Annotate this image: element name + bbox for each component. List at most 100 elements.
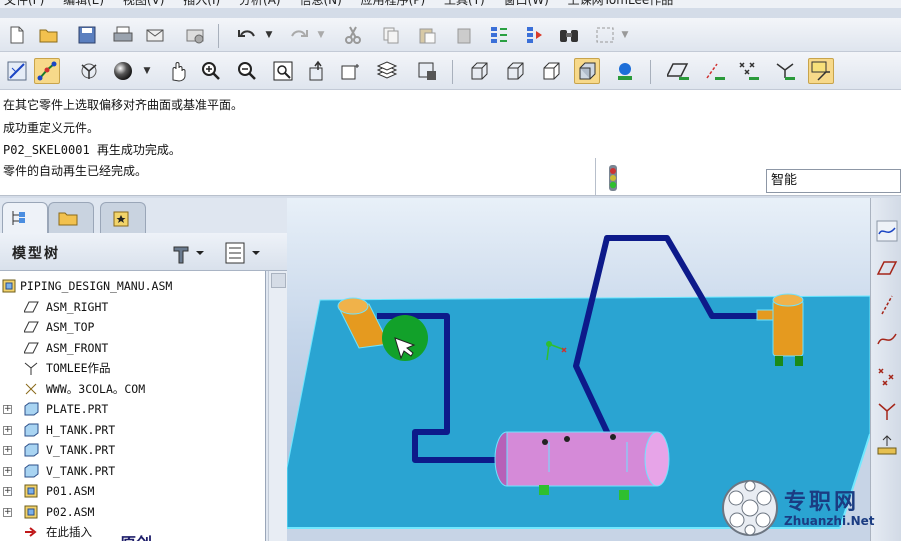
tree-item-label: V_TANK.PRT: [46, 464, 116, 478]
tree-item[interactable]: + P01.ASM: [0, 481, 265, 501]
csys-toggle-icon[interactable]: [772, 58, 798, 84]
menu-bar: 文件(F) 编辑(E) 视图(V) 插入(I) 分析(A) 信息(N) 应用程序…: [0, 0, 901, 8]
shading-dropdown-icon[interactable]: ▼: [140, 58, 154, 84]
datum-points-toggle-icon[interactable]: [736, 58, 762, 84]
expand-toggle[interactable]: +: [3, 425, 12, 435]
new-file-icon[interactable]: [4, 22, 30, 48]
datum-plane-icon: [24, 342, 39, 354]
regen-manager-icon[interactable]: [522, 22, 548, 48]
menu-window[interactable]: 窗口(W): [500, 0, 560, 8]
view-toolbar: ▼: [0, 52, 901, 90]
scroll-up-icon[interactable]: [271, 273, 286, 288]
mail-attachment-icon[interactable]: [182, 22, 208, 48]
tree-item[interactable]: PIPING_DESIGN_MANU.ASM: [0, 276, 265, 296]
tree-item[interactable]: WWW。3COLA。COM: [0, 379, 265, 399]
tab-folder-browser[interactable]: [48, 202, 94, 233]
refit-icon[interactable]: [270, 58, 296, 84]
select-dropdown-icon[interactable]: ▼: [618, 22, 632, 48]
shading-sphere-icon[interactable]: [110, 58, 136, 84]
selection-filter-select[interactable]: 智能: [766, 169, 901, 193]
datum-plane-icon: [24, 301, 39, 313]
annotation-toggle-icon[interactable]: [808, 58, 834, 84]
reorient-icon[interactable]: [304, 58, 330, 84]
tree-item[interactable]: ASM_FRONT: [0, 338, 265, 358]
tree-item[interactable]: + PLATE.PRT: [0, 399, 265, 419]
datum-axes-toggle-icon[interactable]: [702, 58, 728, 84]
open-folder-icon[interactable]: [36, 22, 62, 48]
cut-icon[interactable]: [340, 22, 366, 48]
tree-columns-icon[interactable]: [224, 241, 264, 269]
save-icon[interactable]: [74, 22, 100, 48]
no-hidden-icon[interactable]: [538, 58, 564, 84]
undo-dropdown-icon[interactable]: ▼: [262, 22, 276, 48]
tree-item-label: P02.ASM: [46, 505, 95, 519]
select-box-icon[interactable]: [592, 22, 618, 48]
watermark-ball-icon: [722, 480, 778, 536]
expand-toggle[interactable]: +: [3, 404, 12, 414]
tree-item-label: V_TANK.PRT: [46, 443, 116, 457]
datum-display-icon[interactable]: [4, 58, 30, 84]
tree-item[interactable]: + V_TANK.PRT: [0, 440, 265, 460]
menu-applications[interactable]: 应用程序(P): [357, 0, 437, 8]
proe-window: 文件(F) 编辑(E) 视图(V) 插入(I) 分析(A) 信息(N) 应用程序…: [0, 0, 901, 541]
view-manager-icon[interactable]: [414, 58, 440, 84]
zoom-in-icon[interactable]: [198, 58, 224, 84]
model-tree-globe-icon[interactable]: [612, 58, 638, 84]
undo-icon[interactable]: [234, 22, 260, 48]
tab-favorites[interactable]: [100, 202, 146, 233]
standard-toolbar: ▼ ▼ ▼: [0, 18, 901, 52]
navigator-tabs: [0, 198, 287, 233]
menu-analysis[interactable]: 分析(A): [235, 0, 292, 8]
expand-toggle[interactable]: +: [3, 466, 12, 476]
tree-scrollbar[interactable]: [268, 271, 287, 541]
sketch-tool-icon[interactable]: [874, 218, 900, 244]
redo-dropdown-icon[interactable]: ▼: [314, 22, 328, 48]
tree-item[interactable]: TOMLEE作品: [0, 358, 265, 378]
menu-edit[interactable]: 编辑(E): [59, 0, 115, 8]
tree-item[interactable]: + H_TANK.PRT: [0, 420, 265, 440]
tree-item[interactable]: + V_TANK.PRT: [0, 461, 265, 481]
model-tree-header: 模型树: [0, 233, 287, 271]
shaded-icon[interactable]: [574, 58, 600, 84]
expand-toggle[interactable]: +: [3, 486, 12, 496]
tree-item[interactable]: + P02.ASM: [0, 502, 265, 522]
zoom-out-icon[interactable]: [234, 58, 260, 84]
menu-info[interactable]: 信息(N): [295, 0, 352, 8]
datum-axis-tool-icon[interactable]: [874, 292, 900, 318]
tree-settings-icon[interactable]: [172, 241, 206, 269]
datum-curve-tool-icon[interactable]: [874, 326, 900, 352]
datum-plane-tool-icon[interactable]: [874, 256, 900, 282]
find-binoculars-icon[interactable]: [556, 22, 582, 48]
paste-icon[interactable]: [414, 22, 440, 48]
menu-view[interactable]: 视图(V): [119, 0, 176, 8]
tab-model-tree[interactable]: [2, 202, 48, 233]
paste-special-icon[interactable]: [452, 22, 478, 48]
redo-icon[interactable]: [286, 22, 312, 48]
wireframe-icon[interactable]: [466, 58, 492, 84]
hidden-line-icon[interactable]: [502, 58, 528, 84]
copy-icon[interactable]: [378, 22, 404, 48]
regenerate-icon[interactable]: [486, 22, 512, 48]
print-icon[interactable]: [110, 22, 136, 48]
menu-tools[interactable]: 工具(T): [440, 0, 496, 8]
expand-toggle[interactable]: +: [3, 507, 12, 517]
saved-views-icon[interactable]: [338, 58, 364, 84]
analysis-tool-icon[interactable]: [874, 432, 900, 458]
tree-item-label: 在此插入: [46, 525, 92, 539]
expand-toggle[interactable]: +: [3, 445, 12, 455]
pan-hand-icon[interactable]: [164, 58, 190, 84]
menu-insert[interactable]: 插入(I): [179, 0, 231, 8]
tree-item-label: TOMLEE作品: [46, 361, 111, 375]
model-tree: PIPING_DESIGN_MANU.ASM ASM_RIGHT ASM_TOP…: [0, 271, 266, 541]
layers-icon[interactable]: [374, 58, 400, 84]
send-mail-icon[interactable]: [142, 22, 168, 48]
tree-item[interactable]: ASM_TOP: [0, 317, 265, 337]
csys-tool-icon[interactable]: [874, 398, 900, 424]
spin-center-icon[interactable]: [34, 58, 60, 84]
menu-file[interactable]: 文件(F): [0, 0, 55, 8]
message-line: 零件的自动再生已经完成。: [3, 164, 148, 178]
tree-item[interactable]: ASM_RIGHT: [0, 297, 265, 317]
datum-point-tool-icon[interactable]: [874, 364, 900, 390]
csys-display-icon[interactable]: [76, 58, 102, 84]
datum-planes-toggle-icon[interactable]: [666, 58, 692, 84]
